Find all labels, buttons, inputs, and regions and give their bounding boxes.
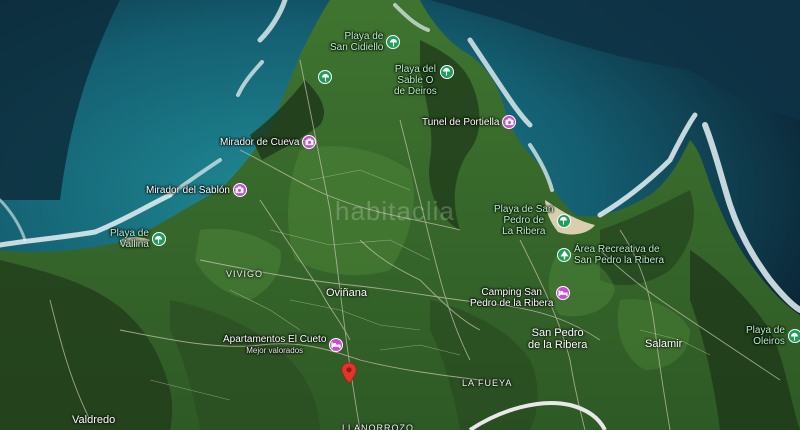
poi-playa-de-vallina[interactable]: Playa de Vallina bbox=[110, 228, 166, 250]
watermark-text: habitaclia bbox=[335, 196, 455, 226]
beach-umbrella-icon bbox=[318, 70, 332, 84]
poi-playa-de-san-pedro-de-la-ribera[interactable]: Playa de San Pedro de La Ribera bbox=[494, 204, 571, 237]
beach-umbrella-icon bbox=[439, 64, 454, 79]
poi-label: Mirador de Cueva bbox=[220, 136, 300, 148]
tree-icon bbox=[557, 248, 571, 262]
poi-label: Tunel de Portiella bbox=[422, 116, 500, 128]
place-llanorrozo: LLANORROZO bbox=[342, 423, 415, 430]
poi-label: Playa de San Pedro de La Ribera bbox=[494, 204, 554, 237]
poi-beach-marker[interactable] bbox=[318, 70, 332, 84]
poi-tunel-de-portiella[interactable]: Tunel de Portiella bbox=[422, 115, 517, 129]
place-salamir: Salamir bbox=[645, 338, 683, 350]
place-valdredo: Valdredo bbox=[72, 414, 116, 426]
camera-icon bbox=[502, 115, 517, 129]
poi-apartamentos-el-cueto[interactable]: Apartamentos El Cueto Mejor valorados bbox=[223, 334, 344, 356]
poi-label: Área Recreativa de San Pedro la Ribera bbox=[574, 244, 665, 266]
poi-playa-de-oleiros[interactable]: Playa de Oleiros bbox=[746, 325, 800, 347]
poi-mirador-del-sablon[interactable]: Mirador del Sablón bbox=[146, 183, 247, 197]
beach-umbrella-icon bbox=[787, 329, 800, 343]
beach-umbrella-icon bbox=[386, 35, 401, 49]
camera-icon bbox=[302, 135, 317, 149]
poi-area-recreativa-san-pedro-la-ribera[interactable]: Área Recreativa de San Pedro la Ribera bbox=[557, 244, 664, 266]
beach-umbrella-icon bbox=[556, 213, 571, 228]
poi-playa-de-san-cidiello[interactable]: Playa de San Cidiello bbox=[330, 31, 401, 53]
poi-label: Mirador del Sablón bbox=[146, 184, 230, 196]
bed-icon bbox=[556, 286, 571, 300]
poi-label: Playa de Vallina bbox=[110, 228, 149, 250]
poi-mirador-de-cueva[interactable]: Mirador de Cueva bbox=[220, 135, 317, 149]
place-la-fueya: LA FUEYA bbox=[462, 378, 513, 388]
poi-rating-note: Mejor valorados bbox=[246, 346, 304, 355]
place-ovinana: Oviñana bbox=[326, 287, 367, 299]
place-vivigo: VIVIGO bbox=[226, 269, 264, 279]
poi-label: Apartamentos El Cueto Mejor valorados bbox=[223, 334, 327, 355]
poi-label: Playa del Sable O de Deiros bbox=[394, 64, 437, 97]
poi-label: Playa de San Cidiello bbox=[330, 31, 384, 53]
poi-label: Camping San Pedro de la Ribera bbox=[470, 287, 554, 309]
place-san-pedro-de-la-ribera: San Pedro de la Ribera bbox=[528, 327, 588, 351]
bed-icon bbox=[329, 338, 344, 352]
beach-umbrella-icon bbox=[151, 232, 166, 246]
map-pin-icon[interactable] bbox=[341, 362, 357, 389]
poi-playa-del-sable-o-de-deiros[interactable]: Playa del Sable O de Deiros bbox=[394, 64, 454, 97]
poi-camping-san-pedro-de-la-ribera[interactable]: Camping San Pedro de la Ribera bbox=[470, 286, 571, 309]
poi-label: Playa de Oleiros bbox=[746, 325, 785, 347]
camera-icon bbox=[232, 183, 247, 197]
satellite-map[interactable]: habitaclia Playa de San Cidiello Playa d… bbox=[0, 0, 800, 430]
